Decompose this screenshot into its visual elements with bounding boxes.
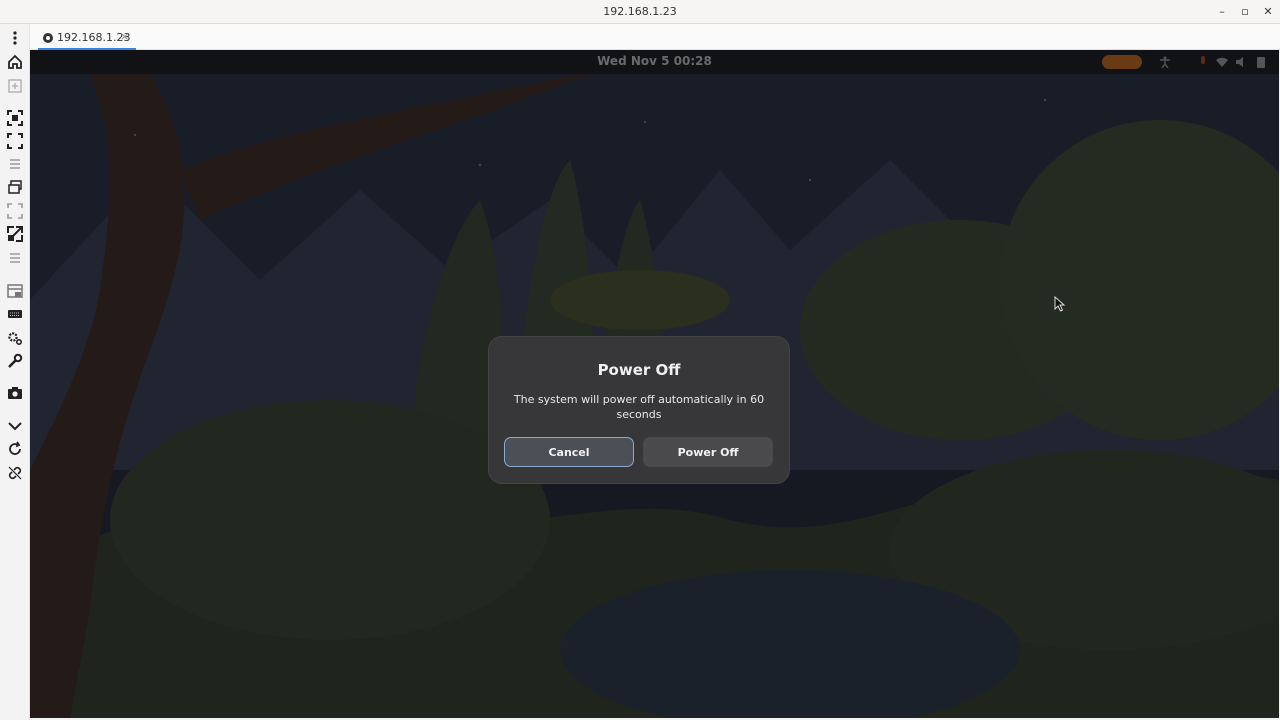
preferences-icon[interactable] xyxy=(6,329,24,347)
tab-remote-session[interactable]: 192.168.1.23 × xyxy=(38,28,136,50)
power-off-dialog: Power Off The system will power off auto… xyxy=(488,336,790,484)
remote-desktop-view[interactable]: Wed Nov 5 00:28 Power Off The system wil… xyxy=(30,50,1279,718)
tools-icon[interactable] xyxy=(6,352,24,370)
disconnect-icon[interactable] xyxy=(6,464,24,482)
windows-icon[interactable] xyxy=(6,178,24,196)
left-toolbar xyxy=(0,24,30,720)
new-tab-icon[interactable] xyxy=(6,77,24,95)
volume-icon[interactable] xyxy=(1235,56,1247,68)
dialog-title: Power Off xyxy=(597,361,681,379)
tab-close-button[interactable]: × xyxy=(120,30,129,43)
remote-top-bar: Wed Nov 5 00:28 xyxy=(30,50,1279,74)
home-icon[interactable] xyxy=(6,53,24,71)
connection-icon xyxy=(43,33,53,43)
battery-icon[interactable] xyxy=(1257,56,1265,68)
recording-indicator-icon[interactable] xyxy=(1102,55,1142,69)
keyboard-icon[interactable] xyxy=(6,305,24,323)
screenshot-icon[interactable] xyxy=(6,384,24,402)
tab-strip: 192.168.1.23 × xyxy=(30,24,1280,50)
mouse-cursor-icon xyxy=(1054,296,1066,312)
maximize-button[interactable]: ▫ xyxy=(1237,4,1253,20)
power-off-button[interactable]: Power Off xyxy=(643,437,773,467)
dialog-message: The system will power off automatically … xyxy=(513,393,765,421)
close-button[interactable]: ✕ xyxy=(1260,4,1276,20)
menu-icon[interactable] xyxy=(6,249,24,267)
window-titlebar: 192.168.1.23 – ▫ ✕ xyxy=(0,0,1280,24)
window-title: 192.168.1.23 xyxy=(603,5,677,18)
fullscreen-icon[interactable] xyxy=(6,132,24,150)
accessibility-icon[interactable] xyxy=(1159,56,1171,68)
view-icon[interactable] xyxy=(6,282,24,300)
minimize-button[interactable]: – xyxy=(1214,4,1230,20)
cancel-button[interactable]: Cancel xyxy=(504,437,634,467)
list-icon[interactable] xyxy=(6,155,24,173)
wifi-icon[interactable] xyxy=(1215,56,1229,68)
scale-icon[interactable] xyxy=(6,202,24,220)
clock[interactable]: Wed Nov 5 00:28 xyxy=(30,54,1279,68)
collapse-icon[interactable] xyxy=(6,417,24,435)
resize-icon[interactable] xyxy=(6,225,24,243)
microphone-icon[interactable] xyxy=(1198,56,1208,68)
refresh-icon[interactable] xyxy=(6,440,24,458)
menu-dots-icon[interactable] xyxy=(6,29,24,47)
fit-screen-icon[interactable] xyxy=(6,109,24,127)
